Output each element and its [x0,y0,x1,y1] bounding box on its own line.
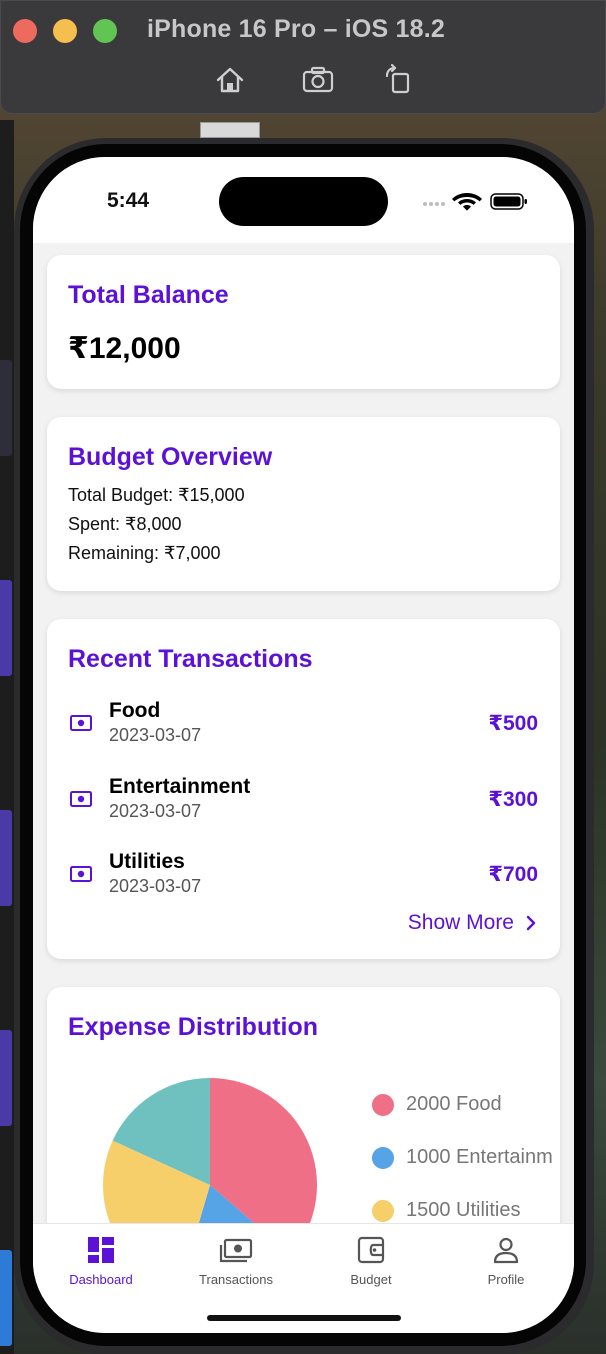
simulator-titlebar: iPhone 16 Pro – iOS 18.2 [0,0,606,114]
tab-transactions[interactable]: Transactions [176,1234,296,1287]
recent-transactions-title: Recent Transactions [68,645,313,673]
rotate-device-icon[interactable] [381,63,415,97]
status-indicators [421,191,531,211]
total-balance-card: Total Balance ₹12,000 [47,255,560,389]
legend-item: 1000 Entertainm [372,1146,553,1169]
transaction-date: 2023-03-07 [109,801,202,821]
battery-icon [490,193,527,210]
desktop-window-tile [0,810,12,906]
transaction-amount: ₹500 [488,712,538,735]
tab-label: Profile [487,1272,525,1287]
dashboard-content[interactable]: Total Balance ₹12,000 Budget Overview To… [33,243,574,1307]
minimize-window-button[interactable] [53,19,77,43]
legend-label: 2000 Food [406,1093,502,1115]
person-icon [446,1234,566,1266]
transaction-name: Food [109,699,161,722]
tab-profile[interactable]: Profile [446,1234,566,1287]
budget-overview-card: Budget Overview Total Budget: ₹15,000 Sp… [47,417,560,591]
tab-budget[interactable]: Budget [311,1234,431,1287]
money-icon [70,791,92,807]
dashboard-icon [41,1234,161,1266]
legend-dot [372,1199,394,1222]
zoom-window-button[interactable] [93,19,117,43]
tab-label: Transactions [199,1272,273,1287]
legend-item: 2000 Food [372,1093,502,1116]
money-icon [70,715,92,731]
status-time: 5:44 [107,189,150,212]
legend-label: 1000 Entertainm [406,1146,553,1168]
recent-transactions-card: Recent Transactions Food 2023-03-07 ₹500… [47,619,560,959]
money-icon [176,1234,296,1266]
budget-spent: Spent: ₹8,000 [68,514,182,534]
transaction-date: 2023-03-07 [109,725,202,745]
show-more-label: Show More [407,911,514,934]
desktop-window-tile [0,1250,12,1346]
phone-screen: 5:44 Total Balance ₹12,000 Budget Overvi… [33,157,574,1333]
tab-label: Dashboard [69,1272,133,1287]
transaction-name: Entertainment [109,775,251,798]
budget-total: Total Budget: ₹15,000 [68,485,245,505]
legend-item: 1500 Utilities [372,1199,521,1222]
screenshot-camera-icon[interactable] [301,63,335,97]
transaction-date: 2023-03-07 [109,876,202,896]
chevron-right-icon [526,915,536,931]
total-balance-title: Total Balance [68,281,229,309]
desktop-window-tile [0,360,12,456]
wallet-icon [311,1234,431,1266]
money-icon [70,866,92,882]
budget-overview-title: Budget Overview [68,443,273,471]
desktop-background-strip [0,120,14,1354]
total-balance-amount: ₹12,000 [68,332,181,365]
transaction-amount: ₹300 [488,788,538,811]
status-bar: 5:44 [33,157,574,243]
background-window [200,122,260,138]
legend-label: 1500 Utilities [406,1199,521,1221]
close-window-button[interactable] [13,19,37,43]
expense-distribution-title: Expense Distribution [68,1013,319,1041]
tab-label: Budget [350,1272,392,1287]
transaction-amount: ₹700 [488,863,538,886]
wifi-icon [452,193,482,211]
desktop-window-tile [0,1030,12,1126]
desktop-window-tile [0,580,12,676]
home-icon[interactable] [213,63,247,97]
transaction-name: Utilities [109,850,185,873]
home-indicator [207,1315,401,1321]
dynamic-island [219,177,388,226]
budget-remaining: Remaining: ₹7,000 [68,543,221,563]
simulator-title: iPhone 16 Pro – iOS 18.2 [147,15,445,43]
legend-dot [372,1146,394,1169]
legend-dot [372,1093,394,1116]
cellular-dots-icon [423,202,445,206]
tab-dashboard[interactable]: Dashboard [41,1234,161,1287]
show-more-button[interactable]: Show More [408,911,536,935]
